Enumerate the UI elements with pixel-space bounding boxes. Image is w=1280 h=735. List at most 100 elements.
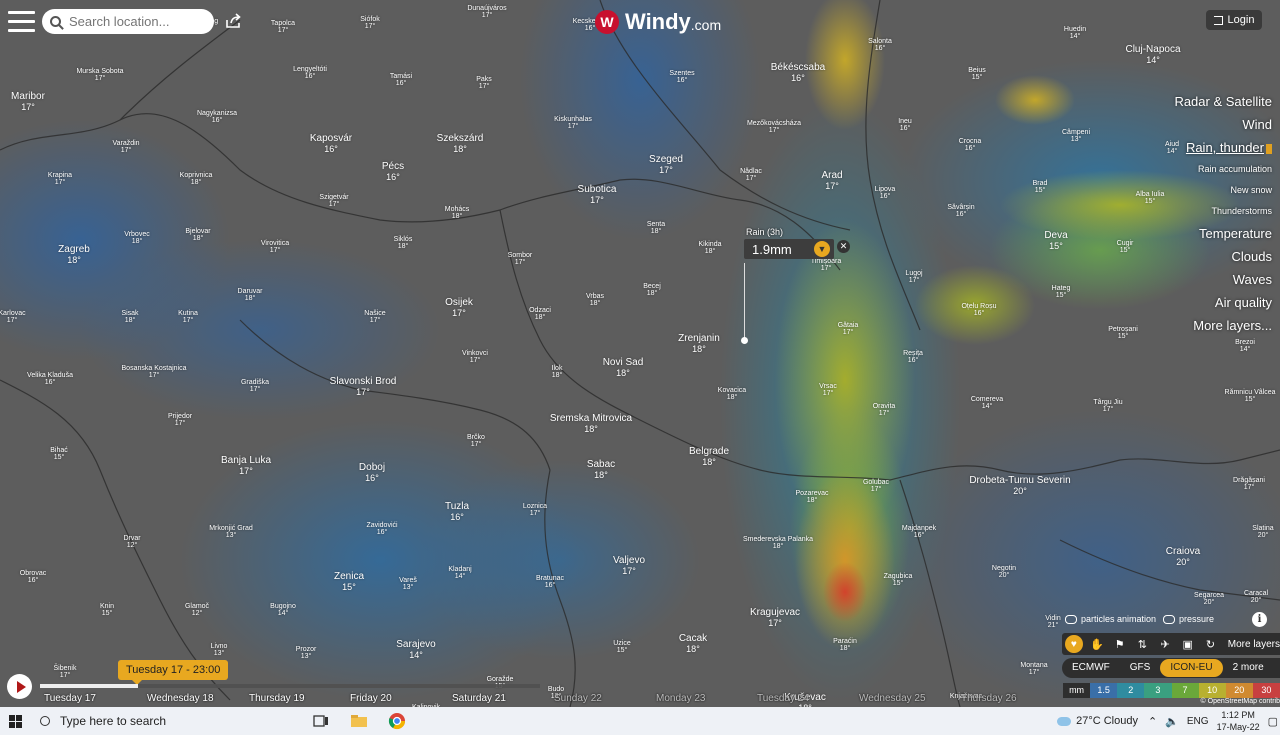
- timeline-day[interactable]: Thursday 26: [961, 693, 1017, 704]
- info-icon[interactable]: i: [1252, 612, 1267, 627]
- notification-icon[interactable]: ▢: [1268, 715, 1278, 728]
- model-option[interactable]: ICON-EU: [1160, 659, 1223, 677]
- timeline-day[interactable]: Wednesday 25: [859, 693, 926, 704]
- popup-value-box[interactable]: 1.9mm ▼: [744, 239, 834, 259]
- city-label: Comereva 14°: [971, 396, 1003, 411]
- pressure-toggle[interactable]: pressure: [1163, 614, 1214, 624]
- clock[interactable]: 1:12 PM 17-May-22: [1217, 709, 1260, 733]
- city-name: Szekszárd: [436, 133, 484, 144]
- hand-icon[interactable]: ✋: [1086, 633, 1109, 655]
- city-name: Tuzla: [444, 501, 470, 512]
- layer-item[interactable]: Air quality: [1174, 291, 1280, 314]
- timeline-day[interactable]: Monday 23: [656, 693, 705, 704]
- city-label: Szentes 16°: [669, 70, 694, 85]
- wind-icon[interactable]: ↻: [1199, 633, 1222, 655]
- search-box[interactable]: [42, 9, 214, 34]
- city-label: Gradiška 17°: [241, 379, 269, 394]
- layer-item[interactable]: More layers...: [1174, 314, 1280, 337]
- layer-item[interactable]: Clouds: [1174, 245, 1280, 268]
- timeline-day[interactable]: Tuesday 24: [757, 693, 809, 704]
- layer-item[interactable]: New snow: [1174, 180, 1280, 201]
- city-temperature: 16°: [211, 117, 223, 125]
- legend-step: 2: [1117, 683, 1145, 698]
- city-label: Câmpeni 13°: [1062, 129, 1090, 144]
- timeline-track[interactable]: [40, 684, 540, 688]
- city-temperature: 13°: [300, 653, 312, 661]
- timeline-day[interactable]: Saturday 21: [452, 693, 506, 704]
- city-temperature: 16°: [913, 532, 925, 540]
- map-attribution[interactable]: © OpenStreetMap contrib: [1201, 698, 1280, 705]
- taskbar-search[interactable]: Type here to search: [30, 707, 302, 735]
- windy-logo[interactable]: W Windy .com: [595, 9, 721, 35]
- weather-widget[interactable]: 27°C Cloudy: [1057, 715, 1138, 727]
- city-label: Livno 13°: [211, 643, 228, 658]
- play-button[interactable]: [7, 674, 32, 699]
- speaker-icon[interactable]: 🔈: [1165, 715, 1179, 728]
- city-temperature: 17°: [174, 420, 186, 428]
- city-label: Cugir 15°: [1117, 240, 1134, 255]
- city-label: Negotin 20°: [992, 565, 1016, 580]
- heart-icon[interactable]: ♥: [1065, 635, 1083, 653]
- layer-item[interactable]: Rain accumulation: [1174, 159, 1280, 180]
- city-temperature: 13°: [402, 584, 414, 592]
- city-temperature: 15°: [1117, 333, 1129, 341]
- city-label: Osijek 17°: [445, 297, 473, 318]
- search-icon: [50, 16, 61, 27]
- timeline-day[interactable]: Friday 20: [350, 693, 392, 704]
- legend-step: 10: [1198, 683, 1226, 698]
- timeline-day[interactable]: Thursday 19: [249, 693, 305, 704]
- timeline-day[interactable]: Sunday 22: [554, 693, 602, 704]
- timeline-day[interactable]: Tuesday 17: [44, 693, 96, 704]
- city-temperature: 18°: [839, 645, 851, 653]
- login-button[interactable]: Login: [1206, 10, 1262, 30]
- city-label: Paks 17°: [476, 76, 492, 91]
- rain-popup[interactable]: Rain (3h) 1.9mm ▼ ✕: [741, 227, 850, 344]
- flag-icon[interactable]: ⚑: [1108, 633, 1131, 655]
- city-label: Daruvar 18°: [238, 288, 263, 303]
- model-option[interactable]: 2 more: [1223, 659, 1274, 677]
- close-icon[interactable]: ✕: [837, 240, 850, 253]
- city-temperature: 18°: [584, 423, 598, 434]
- chevron-up-icon[interactable]: ⌃: [1148, 715, 1157, 728]
- city-name: Cluj-Napoca: [1125, 44, 1181, 55]
- model-option[interactable]: GFS: [1120, 659, 1161, 677]
- city-label: Glamoč 12°: [185, 603, 209, 618]
- city-label: Petroșani 15°: [1108, 326, 1138, 341]
- location-pin[interactable]: [741, 337, 748, 344]
- model-option[interactable]: ECMWF: [1062, 659, 1120, 677]
- layer-item[interactable]: Temperature: [1174, 222, 1280, 245]
- city-name: Banja Luka: [220, 455, 272, 466]
- city-label: Lugoj 17°: [905, 270, 922, 285]
- city-label: Zavidovići 16°: [366, 522, 397, 537]
- chrome-icon[interactable]: [378, 707, 416, 735]
- city-label: Sisak 18°: [121, 310, 138, 325]
- thermometer-icon[interactable]: ⇅: [1131, 633, 1154, 655]
- share-icon[interactable]: [224, 12, 242, 30]
- task-view-icon[interactable]: [302, 707, 340, 735]
- file-explorer-icon[interactable]: [340, 707, 378, 735]
- airplane-icon[interactable]: ✈: [1154, 633, 1177, 655]
- city-label: Brad 15°: [1033, 180, 1048, 195]
- layer-item[interactable]: Waves: [1174, 268, 1280, 291]
- legend-unit[interactable]: mm: [1063, 683, 1091, 698]
- menu-icon[interactable]: [8, 11, 35, 33]
- city-temperature: 17°: [478, 83, 490, 91]
- city-label: Murska Sobota 17°: [76, 68, 123, 83]
- windows-start-button[interactable]: [0, 707, 30, 735]
- city-label: Kikinda 18°: [699, 241, 722, 256]
- layer-item[interactable]: Thunderstorms: [1174, 201, 1280, 222]
- particles-toggle[interactable]: particles animation: [1065, 614, 1156, 624]
- layer-item[interactable]: Wind: [1174, 113, 1280, 136]
- clock-time: 1:12 PM: [1221, 710, 1255, 720]
- chevron-down-icon[interactable]: ▼: [814, 241, 830, 257]
- city-label: Šibenik 17°: [54, 665, 77, 680]
- language-indicator[interactable]: ENG: [1187, 716, 1209, 727]
- camera-icon[interactable]: ▣: [1176, 633, 1199, 655]
- timeline-day[interactable]: Wednesday 18: [147, 693, 214, 704]
- weather-map[interactable]: Zalaegerszeg15°Tapolca17°Siófok17°Dunaúj…: [0, 0, 1280, 707]
- search-input[interactable]: [67, 13, 211, 30]
- more-layers-button[interactable]: More layers: [1228, 639, 1280, 650]
- layer-item[interactable]: Rain, thunder: [1174, 136, 1280, 159]
- time-bubble[interactable]: Tuesday 17 - 23:00: [118, 660, 229, 685]
- layer-item[interactable]: Radar & Satellite: [1174, 90, 1280, 113]
